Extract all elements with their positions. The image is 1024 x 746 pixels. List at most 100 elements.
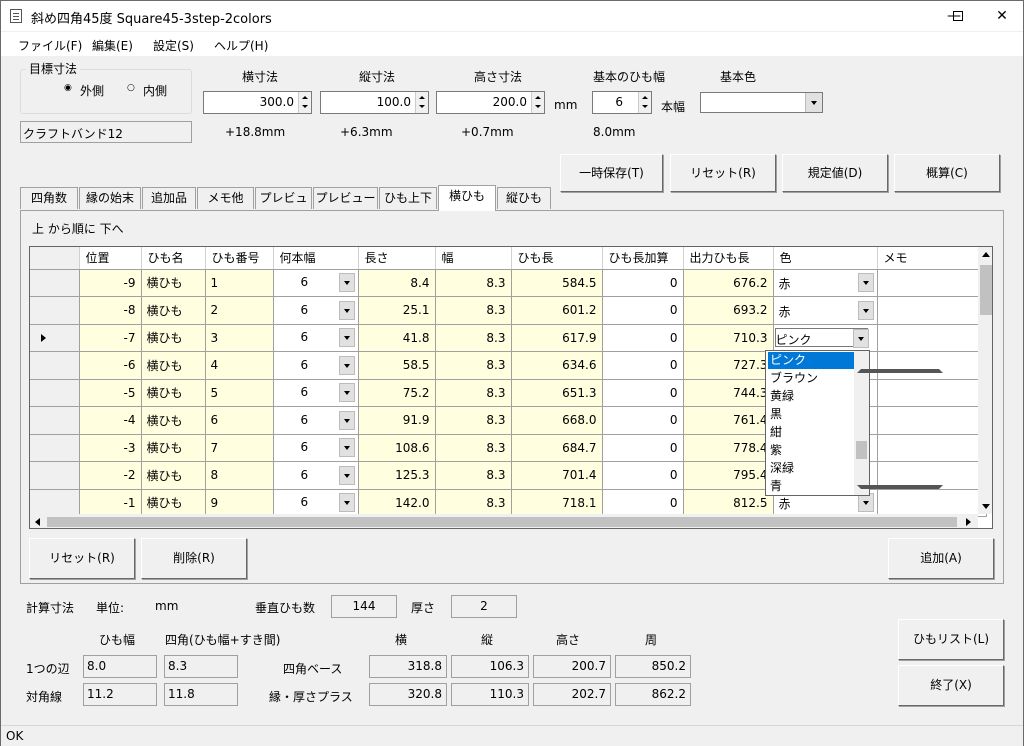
count-dropdown[interactable]: 6 [279,300,355,320]
cell-name[interactable]: 横ひも [141,406,206,435]
cell-band-add[interactable]: 0 [602,406,684,435]
cell-name[interactable]: 横ひも [141,324,206,352]
cell-band-add[interactable]: 0 [602,269,684,297]
cell-length[interactable]: 75.2 [358,379,436,407]
dropdown-up-icon[interactable] [857,356,943,373]
chevron-down-icon[interactable] [852,329,869,349]
dropdown-down-icon[interactable] [857,485,943,502]
cell-name[interactable]: 横ひも [141,461,206,490]
color-option[interactable]: 紫 [768,442,854,459]
cell-width[interactable]: 8.3 [435,269,512,297]
chevron-down-icon[interactable] [857,300,874,320]
cell-name[interactable]: 横ひも [141,351,206,380]
cell-width[interactable]: 8.3 [435,296,512,325]
row-header[interactable] [30,324,80,352]
scroll-right-icon[interactable] [966,518,971,526]
cell-count[interactable]: 6 [273,324,359,352]
cell-band-length[interactable]: 617.9 [511,324,603,352]
count-dropdown[interactable]: 6 [279,383,355,403]
cell-name[interactable]: 横ひも [141,269,206,297]
menu-file[interactable]: ファイル(F) [18,37,82,54]
color-dropdown[interactable]: 赤 [779,300,874,320]
chevron-down-icon[interactable] [857,273,874,293]
row-header[interactable] [30,434,80,462]
tab-horizontal[interactable]: 横ひも [438,185,496,211]
color-select-arrow[interactable] [805,93,822,112]
cell-width[interactable]: 8.3 [435,461,512,490]
cell-count[interactable]: 6 [273,461,359,490]
cell-band-add[interactable]: 0 [602,351,684,380]
cell-width[interactable]: 8.3 [435,379,512,407]
chevron-down-icon[interactable] [338,410,355,430]
row-header[interactable] [30,296,80,325]
cell-memo[interactable] [877,296,987,325]
col-band-add[interactable]: ひも長加算 [602,247,684,270]
cell-name[interactable]: 横ひも [141,296,206,325]
count-dropdown[interactable]: 6 [279,438,355,458]
col-position[interactable]: 位置 [79,247,142,270]
chevron-down-icon[interactable] [338,383,355,403]
cell-band-length[interactable]: 701.4 [511,461,603,490]
cell-memo[interactable] [877,406,987,435]
tab-updown[interactable]: ひも上下 [379,187,437,209]
cell-count[interactable]: 6 [273,434,359,462]
band-spinner[interactable] [638,92,651,113]
cell-band-add[interactable]: 0 [602,434,684,462]
chevron-down-icon[interactable] [338,438,355,458]
inner-radio[interactable]: ○ [127,83,135,93]
color-dropdown[interactable]: 赤 [779,273,874,293]
add-button[interactable]: 追加(A) [888,538,994,579]
cell-band-add[interactable]: 0 [602,461,684,490]
color-dropdown[interactable]: ピンク [774,328,869,349]
chevron-down-icon[interactable] [338,465,355,485]
cell-width[interactable]: 8.3 [435,351,512,380]
height-spinner[interactable] [531,92,544,113]
cell-output-length[interactable]: 812.5 [683,489,774,517]
tab-vertical[interactable]: 縦ひも [497,187,551,209]
grid-hscroll[interactable] [30,514,978,528]
cell-width[interactable]: 8.3 [435,406,512,435]
count-dropdown[interactable]: 6 [279,493,355,513]
vscroll-thumb[interactable] [980,265,992,315]
cell-band-length[interactable]: 634.6 [511,351,603,380]
save-button[interactable]: 一時保存(T) [560,154,663,192]
row-header[interactable] [30,489,80,517]
outer-radio[interactable]: ◉ [64,83,72,93]
cell-band-length[interactable]: 601.2 [511,296,603,325]
color-option[interactable]: 青 [768,478,854,495]
cell-number[interactable]: 7 [205,434,274,462]
cell-count[interactable]: 6 [273,379,359,407]
chevron-down-icon[interactable] [338,328,355,348]
dropdown-scrollbar[interactable] [854,351,943,495]
default-button[interactable]: 規定値(D) [782,154,888,192]
cell-position[interactable]: -3 [79,434,142,462]
cell-number[interactable]: 3 [205,324,274,352]
tab-preview[interactable]: プレビュー [255,187,312,225]
cell-band-add[interactable]: 0 [602,296,684,325]
row-header[interactable] [30,406,80,435]
count-dropdown[interactable]: 6 [279,465,355,485]
cell-output-length[interactable]: 693.2 [683,296,774,325]
cell-output-length[interactable]: 761.4 [683,406,774,435]
cell-number[interactable]: 2 [205,296,274,325]
col-color[interactable]: 色 [773,247,878,270]
cell-length[interactable]: 125.3 [358,461,436,490]
cell-position[interactable]: -9 [79,269,142,297]
cell-width[interactable]: 8.3 [435,489,512,517]
cell-number[interactable]: 4 [205,351,274,380]
band-input[interactable]: 6 [592,91,652,114]
cell-length[interactable]: 142.0 [358,489,436,517]
cell-memo[interactable] [877,379,987,407]
tab-preview2[interactable]: プレビュー2 [313,187,378,225]
scroll-left-icon[interactable] [35,518,40,526]
cell-band-length[interactable]: 718.1 [511,489,603,517]
cell-length[interactable]: 91.9 [358,406,436,435]
tab-additions[interactable]: 追加品 [142,187,196,209]
menu-help[interactable]: ヘルプ(H) [214,37,268,54]
cell-name[interactable]: 横ひも [141,434,206,462]
cell-memo[interactable] [877,324,987,352]
cell-number[interactable]: 8 [205,461,274,490]
scroll-down-icon[interactable] [982,504,990,509]
cell-color[interactable]: 赤 [773,296,878,325]
width-spinner[interactable] [298,92,311,113]
